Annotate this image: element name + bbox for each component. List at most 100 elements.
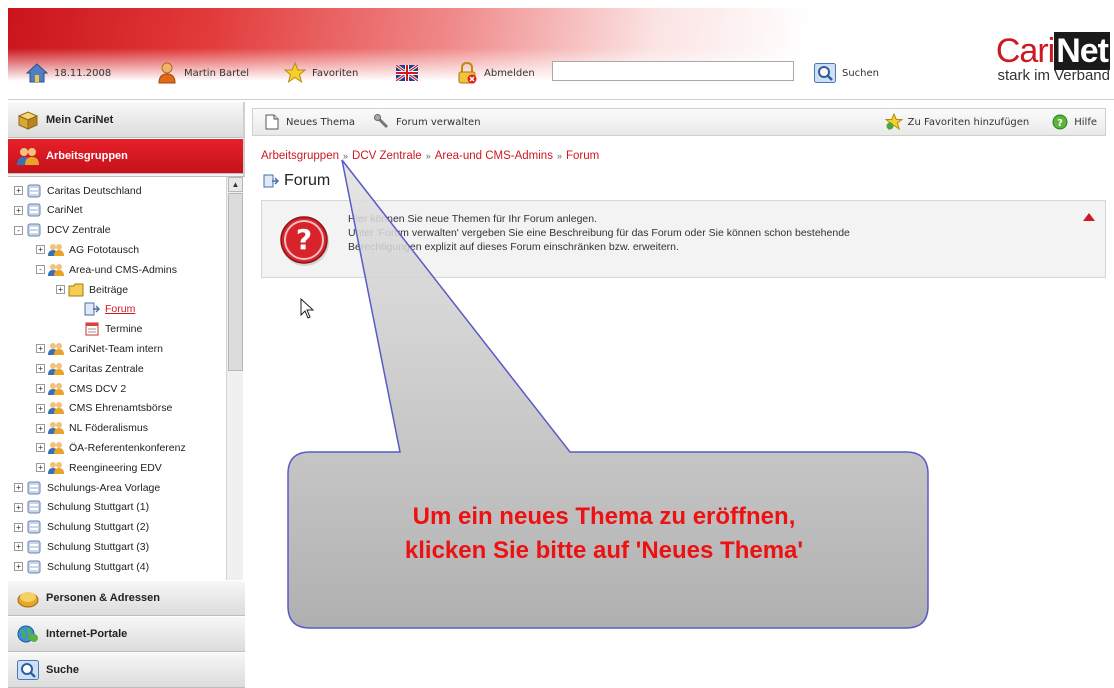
help-button[interactable]: ? Hilfe [1051, 113, 1097, 131]
group-icon [48, 441, 64, 455]
home-icon[interactable] [26, 62, 48, 84]
tree-item[interactable]: + Schulung Stuttgart (4) [14, 557, 149, 576]
box-icon [16, 109, 40, 131]
section-arbeitsgruppen[interactable]: Arbeitsgruppen [8, 138, 243, 174]
expand-icon[interactable]: + [36, 463, 45, 473]
expand-icon[interactable]: + [36, 384, 45, 393]
scroll-thumb[interactable] [228, 193, 243, 371]
group-icon [48, 401, 64, 415]
tree-item[interactable]: + Schulung Stuttgart (3) [14, 537, 149, 556]
expand-icon[interactable]: + [14, 186, 23, 195]
expand-icon[interactable]: + [36, 245, 45, 255]
folder-db-icon [26, 481, 42, 495]
add-favorite-button[interactable]: Zu Favoriten hinzufügen [884, 113, 1029, 131]
page-title: Forum [262, 172, 330, 190]
svg-text:?: ? [296, 223, 312, 256]
expand-icon[interactable]: + [36, 403, 45, 413]
expand-icon[interactable]: + [14, 522, 23, 532]
section-mein-carinet[interactable]: Mein CariNet [8, 102, 243, 138]
tree-item-label: Caritas Zentrale [69, 362, 144, 375]
tree-item[interactable]: Forum [72, 300, 135, 319]
tree-item[interactable]: + CMS DCV 2 [36, 379, 126, 398]
tree-item-label: Schulungs-Area Vorlage [47, 481, 161, 494]
section-personen[interactable]: Personen & Adressen [8, 580, 245, 616]
tree-item-label: Beiträge [89, 283, 129, 296]
folder-db-icon [26, 184, 42, 198]
folder-db-icon [26, 203, 42, 217]
collapse-triangle-icon[interactable] [1083, 213, 1095, 221]
expand-icon[interactable]: + [14, 562, 23, 572]
tree-item[interactable]: + CMS Ehrenamtsbörse [36, 399, 172, 418]
tree-item[interactable]: + ÖA-Referentenkonferenz [36, 438, 186, 457]
folder-db-icon [26, 540, 42, 554]
search-input[interactable] [552, 61, 794, 81]
tree-item-label: Schulung Stuttgart (3) [47, 540, 150, 553]
group-icon [16, 145, 40, 167]
tree-item[interactable]: Termine [72, 320, 142, 339]
manage-forum-button[interactable]: Forum verwalten [373, 113, 481, 131]
tree-item-label: Caritas Deutschland [47, 184, 142, 197]
address-book-icon [16, 587, 40, 609]
help-icon: ? [1051, 113, 1069, 131]
expand-icon[interactable]: + [36, 344, 45, 354]
breadcrumb-dcv-zentrale[interactable]: DCV Zentrale [352, 150, 422, 162]
tree-item[interactable]: - DCV Zentrale [14, 221, 111, 240]
tree-item[interactable]: + NL Föderalismus [36, 419, 148, 438]
collapse-icon[interactable]: - [14, 225, 23, 235]
carinet-logo[interactable]: CariNet stark im Verband [996, 32, 1110, 84]
search-icon [16, 659, 40, 681]
search-icon [814, 62, 836, 84]
breadcrumb-arbeitsgruppen[interactable]: Arbeitsgruppen [261, 150, 339, 162]
uk-flag-icon[interactable] [396, 62, 418, 84]
user-display[interactable]: Martin Bartel [156, 62, 249, 84]
expand-icon[interactable]: + [14, 483, 23, 492]
tree-item[interactable]: + Schulung Stuttgart (2) [14, 518, 149, 537]
tree-item[interactable]: + Caritas Zentrale [36, 359, 144, 378]
sidebar: Mein CariNet Arbeitsgruppen + Caritas Deu… [8, 102, 245, 688]
tree-item[interactable]: + CariNet-Team intern [36, 339, 163, 358]
tree-item[interactable]: + AG Fototausch [36, 240, 139, 259]
tree-item[interactable]: + Reengineering EDV [36, 458, 162, 477]
expand-icon[interactable]: + [56, 285, 65, 294]
tree-item-label: CMS Ehrenamtsbörse [69, 402, 173, 415]
expand-icon[interactable]: + [36, 364, 45, 374]
info-box: ? Hier können Sie neue Themen für Ihr Fo… [261, 200, 1106, 278]
expand-icon[interactable]: + [36, 423, 45, 433]
tree-item-label: Area-und CMS-Admins [69, 263, 177, 276]
tree-item[interactable]: + Schulung Stuttgart (1) [14, 498, 149, 517]
expand-icon[interactable]: + [36, 443, 45, 453]
expand-icon[interactable]: + [14, 205, 23, 215]
tree-item[interactable]: - Area-und CMS-Admins [36, 260, 177, 279]
language-switch[interactable] [396, 62, 424, 84]
breadcrumb: Arbeitsgruppen» DCV Zentrale» Area-und CMS… [261, 150, 600, 162]
forum-toolbar: Neues Thema Forum verwalten Zu Favoriten… [252, 108, 1106, 136]
search-button[interactable]: Suchen [814, 62, 879, 84]
tree-item-label: Reengineering EDV [69, 461, 162, 474]
breadcrumb-forum[interactable]: Forum [566, 150, 599, 162]
section-suche[interactable]: Suche [8, 652, 245, 688]
tree-item[interactable]: + Beiträge [56, 280, 128, 299]
new-topic-button[interactable]: Neues Thema [263, 113, 355, 131]
info-text: Hier können Sie neue Themen für Ihr Foru… [348, 213, 850, 253]
section-internet-portale[interactable]: Internet-Portale [8, 616, 245, 652]
header-banner: CariNet stark im Verband [8, 8, 1114, 100]
tree-item-label: CariNet [47, 204, 83, 217]
forum-icon [262, 172, 280, 190]
collapse-icon[interactable]: - [36, 265, 45, 275]
favorites-link[interactable]: Favoriten [284, 62, 358, 84]
folder-icon [68, 283, 84, 297]
tree-item[interactable]: + CariNet [14, 201, 83, 220]
globe-icon [16, 623, 40, 645]
scroll-up-arrow[interactable]: ▲ [228, 177, 243, 192]
calendar-icon [84, 322, 100, 336]
expand-icon[interactable]: + [14, 502, 23, 512]
expand-icon[interactable]: + [14, 542, 23, 552]
logout-link[interactable]: Abmelden [456, 62, 535, 84]
group-icon [48, 342, 64, 356]
callout-text: Um ein neues Thema zu eröffnen, klicken … [404, 503, 804, 564]
breadcrumb-area-cms-admins[interactable]: Area-und CMS-Admins [435, 150, 553, 162]
folder-db-icon [26, 500, 42, 514]
tree-item[interactable]: + Caritas Deutschland [14, 181, 142, 200]
tree-item[interactable]: + Schulungs-Area Vorlage [14, 478, 160, 497]
